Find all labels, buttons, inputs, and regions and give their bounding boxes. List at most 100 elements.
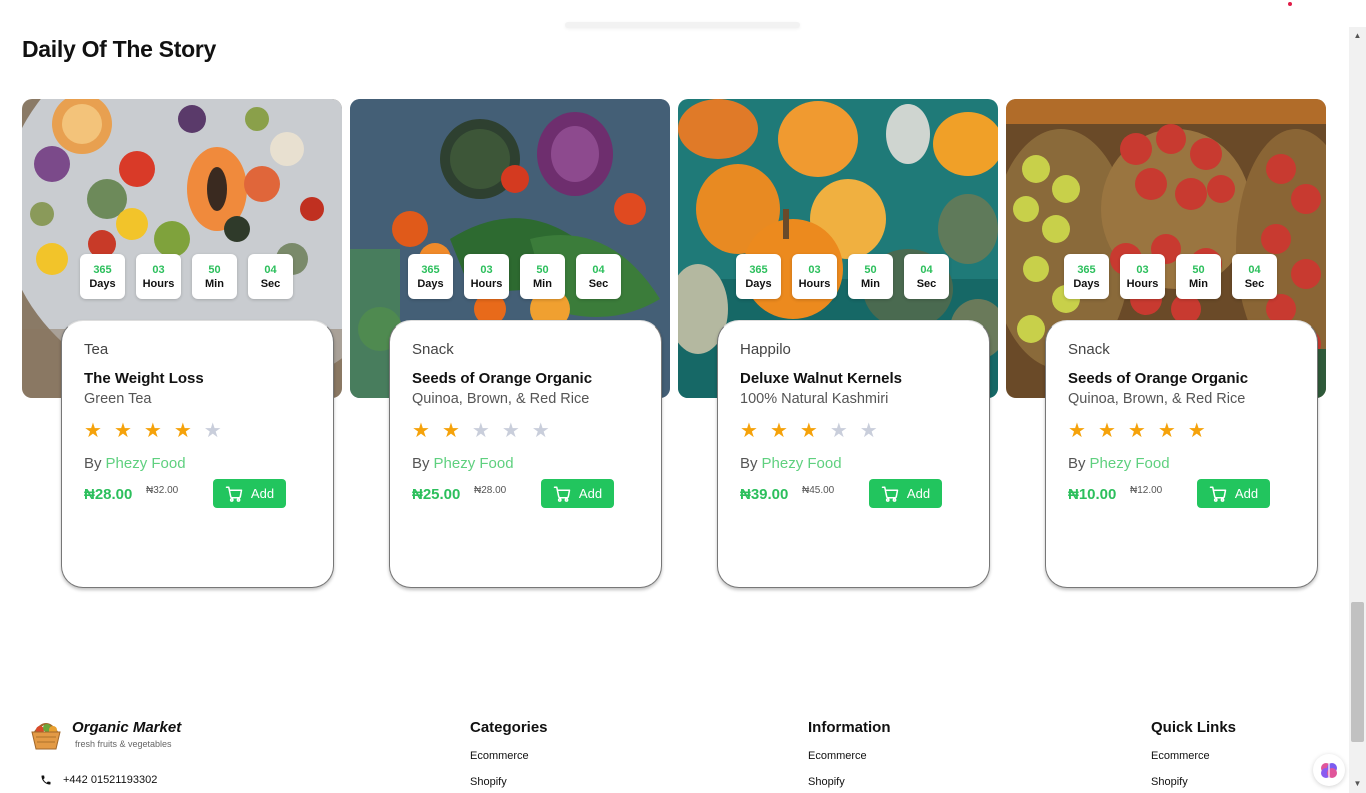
footer-link[interactable]: Shopify [808,776,891,788]
footer-link[interactable]: Shopify [470,776,548,788]
countdown-value: 04 [264,263,277,276]
product-category[interactable]: Happilo [740,341,967,360]
vendor-byline: By Phezy Food [412,455,639,473]
countdown: 365 Days 03 Hours 50 Min 04 Sec [736,254,949,299]
star-filled-icon: ★ [441,420,460,442]
footer-brand[interactable]: Organic Market fresh fruits & vegetables [28,716,181,752]
old-price: ₦32.00 [146,485,179,496]
old-price: ₦45.00 [802,485,835,496]
countdown-unit: Hours [1126,277,1159,290]
countdown-unit: Days [745,277,772,290]
add-to-cart-button[interactable]: Add [1197,479,1270,508]
footer-link[interactable]: Ecommerce [808,750,891,762]
product-category[interactable]: Tea [84,341,311,360]
countdown-unit: Min [533,277,552,290]
vendor-link[interactable]: Phezy Food [106,455,186,472]
countdown-sec: 04 Sec [1232,254,1277,299]
countdown-value: 03 [152,263,165,276]
star-filled-icon: ★ [113,420,132,442]
brand-name: Organic Market [72,719,182,736]
scroll-thumb[interactable] [1351,602,1364,742]
countdown-min: 50 Min [848,254,893,299]
product-name[interactable]: Seeds of Orange Organic [1068,370,1295,389]
cart-icon [225,486,243,502]
countdown-unit: Sec [916,277,937,290]
add-to-cart-button[interactable]: Add [213,479,286,508]
product-card[interactable]: 365 Days 03 Hours 50 Min 04 Sec Snack Seeds of O… [1006,99,1326,589]
brand-tagline: fresh fruits & vegetables [75,739,172,749]
product-category[interactable]: Snack [1068,341,1295,360]
current-price: ₦28.00 [84,486,133,503]
product-info-card: Snack Seeds of Orange Organic Quinoa, Brow… [389,320,662,588]
product-card[interactable]: 365 Days 03 Hours 50 Min 04 Sec Snack Seeds of O… [350,99,670,589]
add-button-label: Add [578,486,603,501]
countdown-unit: Days [417,277,444,290]
rating-stars: ★ ★ ★ ★ ★ [1068,421,1295,441]
countdown-unit: Sec [1244,277,1265,290]
price-row: ₦10.00 ₦12.00 Add [1068,479,1295,509]
scroll-up-arrow-icon[interactable]: ▲ [1349,30,1366,42]
countdown-days: 365 Days [1064,254,1109,299]
countdown-unit: Sec [588,277,609,290]
product-card[interactable]: 365 Days 03 Hours 50 Min 04 Sec Happilo Deluxe W… [678,99,998,589]
countdown-hours: 03 Hours [136,254,181,299]
vendor-byline: By Phezy Food [740,455,967,473]
current-price: ₦10.00 [1068,486,1117,503]
countdown-unit: Hours [470,277,503,290]
countdown-value: 04 [592,263,605,276]
countdown-unit: Min [1189,277,1208,290]
product-name[interactable]: Seeds of Orange Organic [412,370,639,389]
footer-phone[interactable]: +442 01521193302 [40,774,157,786]
product-category[interactable]: Snack [412,341,639,360]
price-row: ₦28.00 ₦32.00 Add [84,479,311,509]
price-row: ₦39.00 ₦45.00 Add [740,479,967,509]
product-info-card: Tea The Weight Loss Green Tea ★ ★ ★ ★ ★ By Phezy … [61,320,334,588]
countdown-value: 50 [536,263,549,276]
countdown-unit: Days [89,277,116,290]
product-card[interactable]: 365 Days 03 Hours 50 Min 04 Sec Tea The Weight L… [22,99,342,589]
cart-icon [1209,486,1227,502]
countdown-sec: 04 Sec [576,254,621,299]
star-filled-icon: ★ [173,420,192,442]
vendor-link[interactable]: Phezy Food [1090,455,1170,472]
product-name[interactable]: The Weight Loss [84,370,311,389]
cart-icon [881,486,899,502]
star-empty-icon: ★ [501,420,520,442]
rating-stars: ★ ★ ★ ★ ★ [740,421,967,441]
star-filled-icon: ★ [799,420,818,442]
footer-column-title: Quick Links [1151,719,1237,736]
vertical-scrollbar[interactable]: ▲ ▼ [1349,27,1366,793]
footer-link[interactable]: Shopify [1151,776,1236,788]
product-name[interactable]: Deluxe Walnut Kernels [740,370,967,389]
by-label: By [84,455,102,472]
star-filled-icon: ★ [143,420,162,442]
extension-button[interactable] [1313,754,1345,786]
countdown-hours: 03 Hours [464,254,509,299]
footer-link[interactable]: Ecommerce [470,750,548,762]
countdown: 365 Days 03 Hours 50 Min 04 Sec [80,254,293,299]
by-label: By [1068,455,1086,472]
footer-link[interactable]: Ecommerce [1151,750,1236,762]
countdown-min: 50 Min [1176,254,1221,299]
star-filled-icon: ★ [1068,420,1086,442]
phone-icon [41,775,51,785]
star-filled-icon: ★ [1127,420,1146,442]
vendor-link[interactable]: Phezy Food [434,455,514,472]
add-to-cart-button[interactable]: Add [541,479,614,508]
countdown-unit: Sec [260,277,281,290]
countdown-days: 365 Days [736,254,781,299]
add-to-cart-button[interactable]: Add [869,479,942,508]
vendor-link[interactable]: Phezy Food [762,455,842,472]
current-price: ₦39.00 [740,486,789,503]
countdown: 365 Days 03 Hours 50 Min 04 Sec [408,254,621,299]
countdown-value: 365 [749,263,768,276]
current-price: ₦25.00 [412,486,461,503]
scroll-down-arrow-icon[interactable]: ▼ [1349,778,1366,790]
countdown-days: 365 Days [80,254,125,299]
footer-column-information: Information Ecommerce Shopify [808,719,891,793]
countdown-unit: Min [205,277,224,290]
countdown-value: 50 [1192,263,1205,276]
countdown-value: 50 [208,263,221,276]
vendor-byline: By Phezy Food [1068,455,1295,473]
star-empty-icon: ★ [829,420,848,442]
